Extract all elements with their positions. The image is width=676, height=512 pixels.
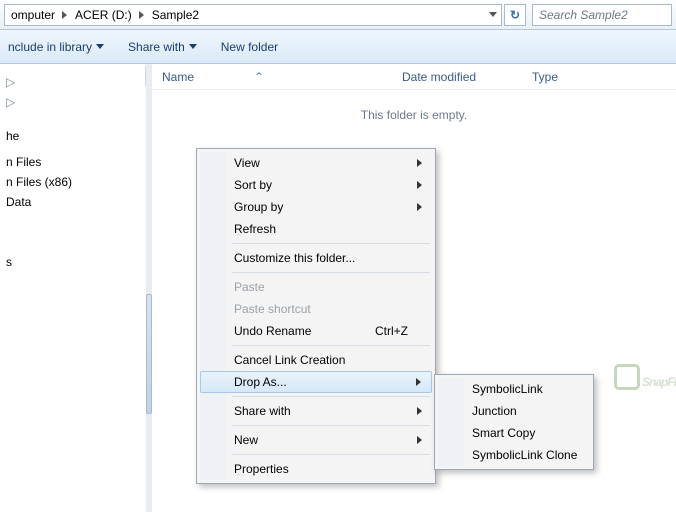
breadcrumb-part-computer[interactable]: omputer bbox=[9, 8, 57, 22]
address-dropdown-icon[interactable] bbox=[489, 12, 497, 18]
submenu-item-symboliclink[interactable]: SymbolicLink bbox=[438, 378, 590, 400]
submenu-arrow-icon bbox=[416, 156, 424, 170]
sidebar-item[interactable]: s bbox=[2, 252, 152, 272]
menu-item-customize[interactable]: Customize this folder... bbox=[200, 247, 432, 269]
expand-icon: ▷ bbox=[6, 95, 16, 109]
menu-label: Customize this folder... bbox=[234, 251, 355, 265]
menu-item-groupby[interactable]: Group by bbox=[200, 196, 432, 218]
menu-separator bbox=[232, 454, 430, 455]
menu-shortcut: Ctrl+Z bbox=[375, 324, 424, 338]
menu-item-share-with[interactable]: Share with bbox=[200, 400, 432, 422]
menu-label: Drop As... bbox=[234, 375, 287, 389]
new-folder-button[interactable]: New folder bbox=[221, 40, 278, 54]
menu-label: Sort by bbox=[234, 178, 272, 192]
sidebar-item-label: he bbox=[6, 129, 19, 143]
menu-item-undo-rename[interactable]: Undo Rename Ctrl+Z bbox=[200, 320, 432, 342]
menu-separator bbox=[232, 396, 430, 397]
expand-icon: ▷ bbox=[6, 75, 16, 89]
menu-label: New bbox=[234, 433, 258, 447]
refresh-icon: ↻ bbox=[510, 8, 520, 22]
drop-as-submenu: SymbolicLink Junction Smart Copy Symboli… bbox=[434, 374, 594, 470]
menu-item-paste: Paste bbox=[200, 276, 432, 298]
chevron-down-icon bbox=[189, 44, 197, 50]
refresh-button[interactable]: ↻ bbox=[504, 4, 526, 26]
submenu-item-smartcopy[interactable]: Smart Copy bbox=[438, 422, 590, 444]
menu-label: Group by bbox=[234, 200, 283, 214]
sidebar-item-label: n Files bbox=[6, 155, 41, 169]
menu-item-new[interactable]: New bbox=[200, 429, 432, 451]
breadcrumb-part-drive[interactable]: ACER (D:) bbox=[73, 8, 134, 22]
search-placeholder: Search Sample2 bbox=[539, 8, 628, 22]
include-in-library-button[interactable]: nclude in library bbox=[8, 40, 104, 54]
menu-separator bbox=[232, 345, 430, 346]
sidebar-item[interactable]: ▷ bbox=[2, 72, 152, 92]
menu-label: Paste shortcut bbox=[234, 302, 311, 316]
submenu-item-symboliclink-clone[interactable]: SymbolicLink Clone bbox=[438, 444, 590, 466]
menu-item-cancel-link[interactable]: Cancel Link Creation bbox=[200, 349, 432, 371]
menu-separator bbox=[232, 272, 430, 273]
newfolder-label: New folder bbox=[221, 40, 278, 54]
column-name[interactable]: Name ⌃ bbox=[162, 70, 402, 84]
column-name-label: Name bbox=[162, 70, 194, 84]
sidebar-item[interactable]: he bbox=[2, 126, 152, 146]
menu-item-view[interactable]: View bbox=[200, 152, 432, 174]
include-label: nclude in library bbox=[8, 40, 92, 54]
address-bar: omputer ACER (D:) Sample2 ↻ Search Sampl… bbox=[0, 0, 676, 30]
search-input[interactable]: Search Sample2 bbox=[532, 4, 672, 26]
column-headers: Name ⌃ Date modified Type bbox=[152, 64, 676, 90]
menu-separator bbox=[232, 243, 430, 244]
menu-item-sortby[interactable]: Sort by bbox=[200, 174, 432, 196]
submenu-arrow-icon bbox=[416, 178, 424, 192]
chevron-right-icon[interactable] bbox=[138, 11, 146, 19]
submenu-arrow-icon bbox=[415, 375, 423, 389]
empty-folder-message: This folder is empty. bbox=[152, 108, 676, 122]
toolbar: nclude in library Share with New folder bbox=[0, 30, 676, 64]
menu-label: Paste bbox=[234, 280, 265, 294]
share-label: Share with bbox=[128, 40, 185, 54]
sidebar-item[interactable]: Data bbox=[2, 192, 152, 212]
menu-label: Share with bbox=[234, 404, 291, 418]
menu-item-properties[interactable]: Properties bbox=[200, 458, 432, 480]
menu-separator bbox=[232, 425, 430, 426]
submenu-arrow-icon bbox=[416, 404, 424, 418]
sidebar-item-label: s bbox=[6, 255, 12, 269]
share-with-button[interactable]: Share with bbox=[128, 40, 197, 54]
column-type[interactable]: Type bbox=[532, 70, 666, 84]
sidebar-item[interactable]: ▷ bbox=[2, 92, 152, 112]
breadcrumb[interactable]: omputer ACER (D:) Sample2 bbox=[4, 4, 502, 26]
sidebar-item[interactable]: n Files (x86) bbox=[2, 172, 152, 192]
sort-ascending-icon: ⌃ bbox=[254, 70, 264, 84]
menu-label: Properties bbox=[234, 462, 289, 476]
menu-item-paste-shortcut: Paste shortcut bbox=[200, 298, 432, 320]
chevron-down-icon bbox=[96, 44, 104, 50]
submenu-arrow-icon bbox=[416, 200, 424, 214]
menu-label: View bbox=[234, 156, 260, 170]
column-date[interactable]: Date modified bbox=[402, 70, 532, 84]
sidebar-item-label: Data bbox=[6, 195, 31, 209]
submenu-item-junction[interactable]: Junction bbox=[438, 400, 590, 422]
sidebar-item-label: n Files (x86) bbox=[6, 175, 72, 189]
breadcrumb-part-folder[interactable]: Sample2 bbox=[150, 8, 201, 22]
menu-label: Refresh bbox=[234, 222, 276, 236]
menu-item-refresh[interactable]: Refresh bbox=[200, 218, 432, 240]
navigation-sidebar: ▷ ▷ he n Files n Files (x86) Data s bbox=[0, 64, 152, 512]
menu-label: Cancel Link Creation bbox=[234, 353, 345, 367]
sidebar-item[interactable]: n Files bbox=[2, 152, 152, 172]
menu-label: Undo Rename bbox=[234, 324, 311, 338]
context-menu: View Sort by Group by Refresh Customize … bbox=[196, 148, 436, 484]
menu-item-drop-as[interactable]: Drop As... bbox=[200, 371, 432, 393]
submenu-arrow-icon bbox=[416, 433, 424, 447]
chevron-right-icon[interactable] bbox=[61, 11, 69, 19]
